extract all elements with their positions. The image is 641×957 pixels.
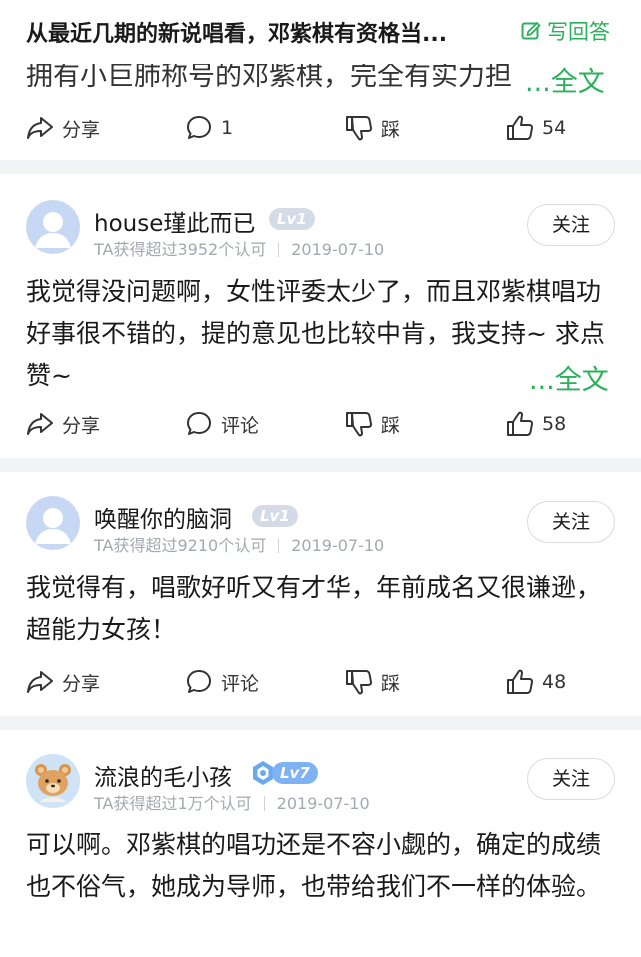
default-avatar-icon: [26, 496, 80, 550]
like-count: 48: [542, 671, 567, 693]
follow-button[interactable]: 关注: [527, 758, 615, 800]
like-button[interactable]: 58: [506, 406, 566, 442]
answer-text[interactable]: 可以啊。邓紫棋的唱功还是不容小觑的，确定的成绩也不俗气，她成为导师，也带给我们不…: [26, 824, 618, 908]
action-bar: 分享 评论 踩 48: [0, 664, 641, 700]
approval-count: TA获得超过9210个认可: [94, 536, 267, 555]
author-meta: TA获得超过9210个认可 2019-07-10: [94, 532, 384, 556]
answer-card: 唤醒你的脑洞 Lv1 TA获得超过9210个认可 2019-07-10 关注 我觉…: [0, 472, 641, 716]
comment-count: 1: [221, 117, 234, 139]
share-icon: [27, 671, 53, 693]
username[interactable]: 流浪的毛小孩: [94, 758, 232, 792]
write-answer-button[interactable]: 写回答: [521, 15, 610, 47]
approval-count: TA获得超过1万个认可: [94, 794, 252, 813]
dislike-icon: [346, 670, 373, 695]
author-meta: TA获得超过1万个认可 2019-07-10: [94, 790, 370, 814]
like-button[interactable]: 48: [506, 664, 566, 700]
dislike-label: 踩: [381, 672, 401, 695]
bear-avatar[interactable]: [26, 754, 80, 808]
share-icon: [27, 117, 53, 139]
read-more-link[interactable]: ...全文: [525, 358, 609, 397]
like-count: 58: [542, 413, 567, 435]
comment-icon: [187, 412, 211, 435]
level-badge: Lv1: [269, 208, 315, 230]
meta-divider: [278, 242, 280, 257]
dislike-icon: [346, 116, 373, 141]
answer-date: 2019-07-10: [291, 240, 385, 259]
comment-button[interactable]: 评论: [185, 406, 259, 442]
like-icon: [507, 115, 534, 140]
username[interactable]: 唤醒你的脑洞: [94, 500, 232, 534]
level-badge: Lv1: [252, 505, 298, 527]
dislike-button[interactable]: 踩: [345, 110, 400, 146]
meta-divider: [278, 538, 280, 553]
answer-card: 流浪的毛小孩 Lv7 TA获得超过1万个认可 2019-07-10 关注 可以啊。…: [0, 730, 641, 957]
comment-icon: [187, 670, 211, 693]
write-answer-label: 写回答: [547, 20, 610, 44]
author-meta: TA获得超过3952个认可 2019-07-10: [94, 236, 384, 260]
share-button[interactable]: 分享: [26, 406, 100, 442]
dislike-label: 踩: [381, 118, 401, 141]
follow-button[interactable]: 关注: [527, 501, 615, 543]
approval-count: TA获得超过3952个认可: [94, 240, 267, 259]
bear-avatar: [26, 754, 80, 808]
share-icon: [27, 413, 53, 435]
action-bar: 分享 评论 踩 58: [0, 406, 641, 442]
share-label: 分享: [62, 118, 101, 141]
default-avatar-icon: [26, 200, 80, 254]
like-icon: [507, 669, 534, 694]
comment-button[interactable]: 1: [185, 110, 233, 146]
answer-date: 2019-07-10: [291, 536, 385, 555]
comment-button[interactable]: 评论: [185, 664, 259, 700]
read-more-link[interactable]: ...全文: [525, 60, 605, 99]
meta-divider: [263, 796, 265, 811]
avatar[interactable]: [26, 200, 80, 254]
question-title[interactable]: 从最近几期的新说唱看，邓紫棋有资格当...: [26, 16, 447, 48]
edit-icon: [521, 21, 541, 40]
answer-snippet-text: 拥有小巨肺称号的邓紫棋，完全有实力担: [26, 62, 512, 90]
follow-button[interactable]: 关注: [527, 204, 615, 246]
username[interactable]: house瑾此而已: [94, 204, 255, 238]
share-label: 分享: [62, 672, 101, 695]
comment-label: 评论: [221, 414, 260, 437]
share-button[interactable]: 分享: [26, 110, 100, 146]
answer-card: house瑾此而已 Lv1 TA获得超过3952个认可 2019-07-10 关注…: [0, 174, 641, 458]
share-button[interactable]: 分享: [26, 664, 100, 700]
avatar[interactable]: [26, 496, 80, 550]
action-bar: 分享 1 踩 54: [0, 110, 641, 146]
comment-label: 评论: [221, 672, 260, 695]
dislike-button[interactable]: 踩: [345, 406, 400, 442]
answer-date: 2019-07-10: [276, 794, 370, 813]
dislike-label: 踩: [381, 414, 401, 437]
comment-icon: [187, 116, 211, 139]
like-icon: [507, 411, 534, 436]
level-badge: Lv7: [272, 762, 318, 784]
like-count: 54: [542, 117, 567, 139]
like-button[interactable]: 54: [506, 110, 566, 146]
answer-text[interactable]: 我觉得有，唱歌好听又有才华，年前成名又很谦逊，超能力女孩！: [26, 567, 618, 651]
question-header: 从最近几期的新说唱看，邓紫棋有资格当... 写回答: [0, 0, 641, 64]
share-label: 分享: [62, 414, 101, 437]
dislike-icon: [346, 412, 373, 437]
dislike-button[interactable]: 踩: [345, 664, 400, 700]
